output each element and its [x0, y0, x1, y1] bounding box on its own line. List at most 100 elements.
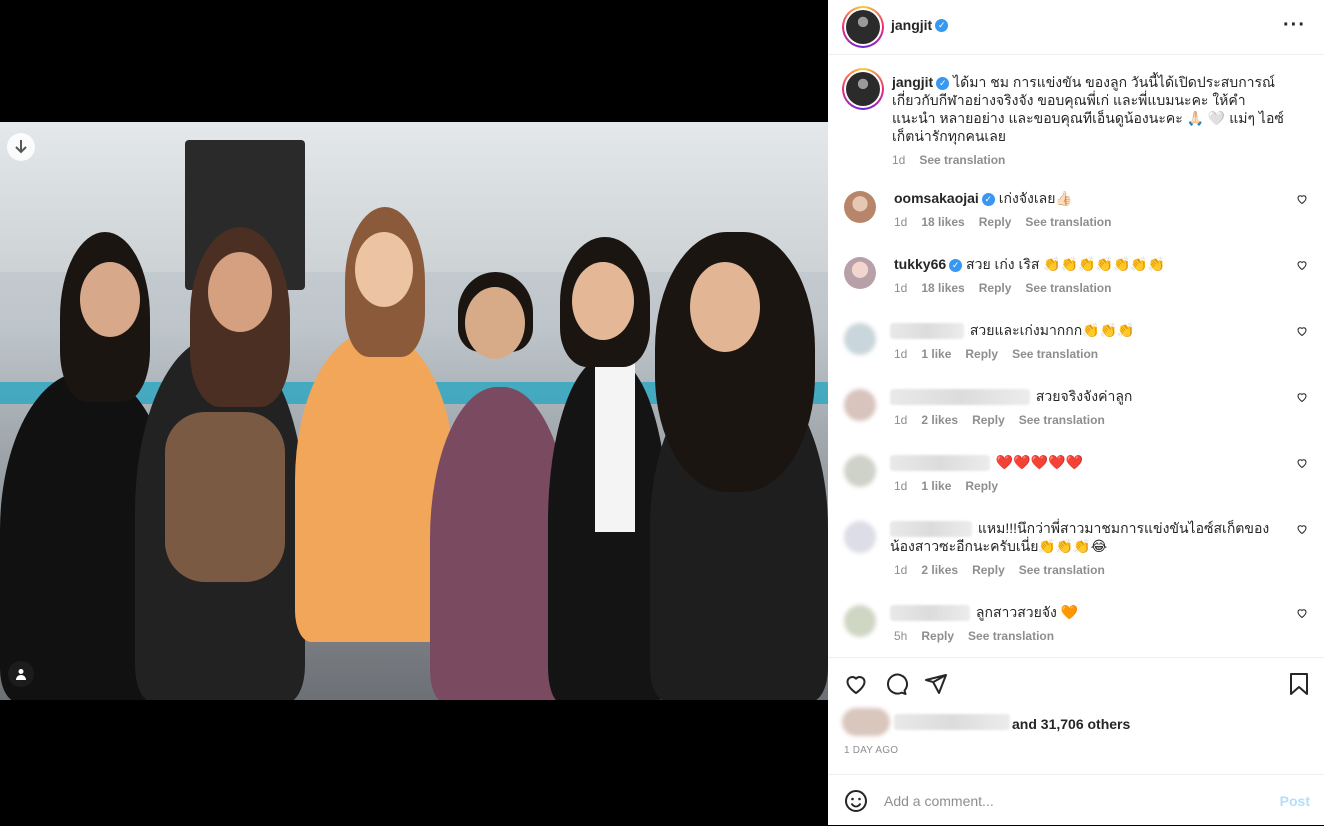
comment-avatar[interactable] — [844, 257, 876, 289]
photo-face-5 — [572, 262, 634, 340]
comment-username[interactable] — [890, 521, 972, 538]
comment-text: เก่งจังเลย👍🏻 — [998, 190, 1073, 206]
add-comment-bar: Post — [828, 774, 1324, 826]
comment-likes[interactable]: 1 like — [921, 347, 951, 361]
comment-username[interactable] — [890, 605, 970, 622]
comment-likes[interactable]: 18 likes — [921, 281, 964, 295]
post-sidebar: jangjit ✓ ··· jangjit ✓ ได้มา ชม การแข่งขั… — [828, 0, 1324, 825]
comment-time[interactable]: 1d — [894, 413, 907, 427]
verified-badge-icon: ✓ — [936, 76, 950, 90]
comment-username[interactable]: tukky66 — [894, 256, 946, 272]
author-username[interactable]: jangjit — [891, 17, 932, 33]
comment-see-translation[interactable]: See translation — [968, 629, 1054, 643]
comment-avatar[interactable] — [844, 455, 876, 487]
caption-see-translation[interactable]: See translation — [919, 153, 1005, 167]
comment-reply[interactable]: Reply — [979, 281, 1012, 295]
download-icon[interactable] — [7, 133, 35, 161]
comment-see-translation[interactable]: See translation — [1025, 215, 1111, 229]
comment-likes[interactable]: 1 like — [921, 479, 951, 493]
share-icon[interactable] — [924, 672, 948, 696]
user-tag-icon[interactable] — [8, 661, 34, 687]
comment-like-heart-icon[interactable] — [1296, 457, 1308, 469]
comment-reply[interactable]: Reply — [965, 479, 998, 493]
comment-like-heart-icon[interactable] — [1296, 193, 1308, 205]
likes-count-text[interactable]: and 31,706 others — [1012, 716, 1130, 732]
comment-like-heart-icon[interactable] — [1296, 259, 1308, 271]
author-avatar[interactable] — [842, 6, 884, 48]
comment-likes[interactable]: 2 likes — [921, 413, 958, 427]
comment-avatar[interactable] — [844, 521, 876, 553]
post-header: jangjit ✓ ··· — [828, 0, 1324, 55]
comment-avatar[interactable] — [844, 389, 876, 421]
comment-text: สวยและเก่งมากกก👏👏👏 — [969, 322, 1135, 338]
comment-see-translation[interactable]: See translation — [1019, 563, 1105, 577]
comment-meta: 5h Reply See translation — [890, 627, 1280, 645]
comment-see-translation[interactable]: See translation — [1012, 347, 1098, 361]
comment-like-heart-icon[interactable] — [1296, 325, 1308, 337]
comment-body: แหม!!!นึกว่าพี่สาวมาชมการแข่งขันไอซ์สเก็… — [890, 519, 1280, 579]
comment-reply[interactable]: Reply — [972, 413, 1005, 427]
photo-face-3 — [355, 232, 413, 307]
caption-meta: 1d See translation — [892, 151, 1284, 169]
comment-body: สวยและเก่งมากกก👏👏👏 1d 1 like Reply See tran… — [890, 321, 1280, 363]
bookmark-icon[interactable] — [1288, 672, 1310, 696]
photo-face-1 — [80, 262, 140, 337]
photo-face-2 — [208, 252, 272, 332]
author-name-row: jangjit ✓ — [891, 17, 949, 35]
comment-time[interactable]: 1d — [894, 563, 907, 577]
emoji-icon[interactable] — [844, 789, 868, 813]
comment-body: oomsakaojai ✓ เก่งจังเลย👍🏻 1d 18 likes Repl… — [894, 189, 1284, 231]
comment-meta: 1d 18 likes Reply See translation — [894, 213, 1284, 231]
comment-time[interactable]: 1d — [894, 215, 907, 229]
caption-username[interactable]: jangjit — [892, 74, 933, 90]
comments-list[interactable]: jangjit ✓ ได้มา ชม การแข่งขัน ของลูก วันน… — [828, 55, 1324, 658]
comment-reply[interactable]: Reply — [972, 563, 1005, 577]
comment-likes[interactable]: 2 likes — [921, 563, 958, 577]
comment-meta: 1d 2 likes Reply See translation — [890, 561, 1280, 579]
comment-like-heart-icon[interactable] — [1296, 523, 1308, 535]
comment-username[interactable]: oomsakaojai — [894, 190, 979, 206]
comment-reply[interactable]: Reply — [979, 215, 1012, 229]
post-photo[interactable] — [0, 122, 828, 700]
post-comment-button[interactable]: Post — [1280, 793, 1310, 809]
liker-avatar[interactable] — [842, 708, 890, 736]
comment-time[interactable]: 5h — [894, 629, 907, 643]
comment-see-translation[interactable]: See translation — [1025, 281, 1111, 295]
heart-icon[interactable] — [844, 672, 868, 696]
comment-meta: 1d 1 like Reply — [890, 477, 1280, 495]
comment-username[interactable] — [890, 455, 990, 472]
comment-like-heart-icon[interactable] — [1296, 607, 1308, 619]
comment-username[interactable] — [890, 389, 1030, 406]
comment-text: ❤️❤️❤️❤️❤️ — [995, 454, 1084, 470]
photo-white-shirt — [595, 362, 635, 532]
caption-time[interactable]: 1d — [892, 153, 905, 167]
comment-meta: 1d 18 likes Reply See translation — [894, 279, 1284, 297]
liker-name-blurred[interactable] — [894, 714, 1010, 730]
comment-reply[interactable]: Reply — [921, 629, 954, 643]
comment-meta: 1d 2 likes Reply See translation — [890, 411, 1280, 429]
comment-icon[interactable] — [884, 672, 908, 696]
caption-author-avatar[interactable] — [842, 68, 884, 110]
photo-face-4 — [465, 287, 525, 359]
post-caption: jangjit ✓ ได้มา ชม การแข่งขัน ของลูก วันน… — [892, 73, 1284, 169]
comment-text: สวย เก่ง เริส 👏👏👏👏👏👏👏 — [966, 256, 1166, 272]
comment-time[interactable]: 1d — [894, 347, 907, 361]
comment-avatar[interactable] — [844, 605, 876, 637]
more-options-icon[interactable]: ··· — [1283, 14, 1306, 37]
comment-body: ❤️❤️❤️❤️❤️ 1d 1 like Reply — [890, 453, 1280, 495]
comment-see-translation[interactable]: See translation — [1019, 413, 1105, 427]
comment-likes[interactable]: 18 likes — [921, 215, 964, 229]
comment-like-heart-icon[interactable] — [1296, 391, 1308, 403]
comment-time[interactable]: 1d — [894, 479, 907, 493]
comment-avatar[interactable] — [844, 323, 876, 355]
comment-avatar[interactable] — [844, 191, 876, 223]
post-time-ago[interactable]: 1 DAY AGO — [844, 745, 898, 756]
comment-input[interactable] — [882, 789, 1246, 813]
comment-username[interactable] — [890, 323, 964, 340]
comment-body: ลูกสาวสวยจัง 🧡 5h Reply See translation — [890, 603, 1280, 645]
post-media — [0, 0, 828, 825]
comment-reply[interactable]: Reply — [965, 347, 998, 361]
comment-time[interactable]: 1d — [894, 281, 907, 295]
verified-badge-icon: ✓ — [949, 258, 963, 272]
post-action-bar — [828, 658, 1324, 708]
